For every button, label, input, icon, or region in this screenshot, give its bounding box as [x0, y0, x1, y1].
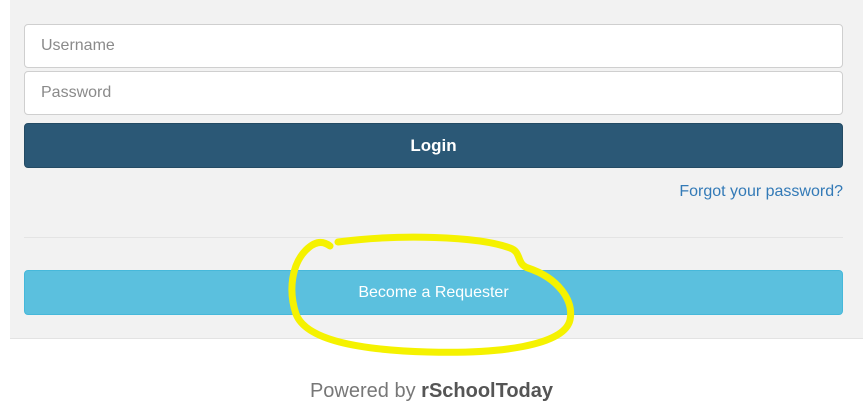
login-button[interactable]: Login [24, 123, 843, 168]
become-requester-label: Become a Requester [358, 283, 509, 301]
powered-by-footer: Powered by rSchoolToday [0, 380, 863, 403]
divider [24, 237, 843, 238]
password-input[interactable] [24, 71, 843, 115]
login-button-label: Login [410, 135, 457, 155]
username-input[interactable] [24, 24, 843, 68]
brand-name: rSchoolToday [421, 380, 554, 402]
powered-by-prefix: Powered by [309, 380, 416, 402]
forgot-password-link[interactable]: Forgot your password? [679, 183, 843, 201]
become-requester-button[interactable]: Become a Requester [24, 270, 843, 315]
